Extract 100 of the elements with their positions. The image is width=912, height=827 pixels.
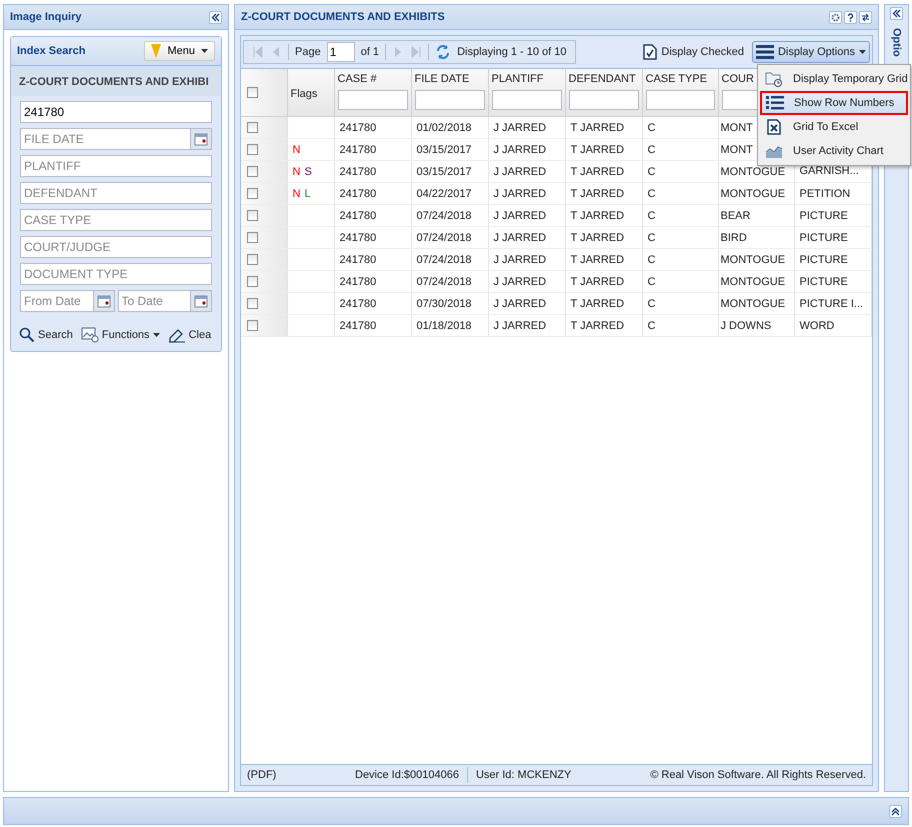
functions-button[interactable]: Functions [80, 327, 160, 343]
table-cell: 07/24/2018 [411, 270, 488, 292]
table-cell: J JARRED [488, 160, 565, 182]
menu-icon [756, 44, 774, 60]
row-checkbox[interactable] [247, 232, 258, 243]
calendar-icon[interactable] [94, 290, 114, 312]
swap-icon[interactable] [859, 10, 872, 24]
table-cell: MONTOGUE [718, 182, 794, 204]
panel-title: Optio [890, 28, 902, 57]
filter-field[interactable] [646, 90, 714, 110]
calendar-icon[interactable] [191, 290, 212, 312]
table-cell: J JARRED [488, 204, 565, 226]
search-button[interactable]: Search [19, 327, 73, 343]
date-field[interactable]: FILE DATE [20, 128, 191, 150]
table-cell: 241780 [334, 292, 411, 314]
row-checkbox[interactable] [247, 254, 258, 265]
eraser-icon [168, 327, 186, 343]
calendar-icon[interactable] [191, 128, 212, 150]
row-checkbox[interactable] [247, 298, 258, 309]
table-cell: PETITION [794, 182, 871, 204]
table-cell: PICTURE [794, 204, 871, 226]
table-cell: 241780 [334, 160, 411, 182]
menu-item[interactable]: Display Temporary Grid [760, 67, 908, 91]
column-header[interactable]: PLANTIFF [492, 73, 544, 85]
table-cell: 241780 [334, 248, 411, 270]
column-header[interactable]: CASE # [338, 73, 377, 85]
table-cell: J JARRED [488, 226, 565, 248]
flag-letter: S [304, 166, 312, 178]
table-cell: 04/22/2017 [411, 182, 488, 204]
table-cell: 07/30/2018 [411, 292, 488, 314]
table-cell: J JARRED [488, 182, 565, 204]
input-field[interactable]: 241780 [20, 101, 212, 123]
table-cell: PICTURE [794, 226, 871, 248]
display-checked-button[interactable]: Display Checked [639, 41, 748, 63]
checked-document-icon [643, 44, 658, 60]
table-cell: J DOWNS [718, 314, 794, 336]
row-checkbox[interactable] [247, 320, 258, 331]
display-options-button[interactable]: Display Options [752, 41, 870, 63]
table-cell: J JARRED [488, 292, 565, 314]
table-cell: J JARRED [488, 270, 565, 292]
row-checkbox[interactable] [247, 122, 258, 133]
table-cell: C [642, 116, 718, 138]
filter-field[interactable] [492, 90, 562, 110]
input-field[interactable]: COURT/JUDGE [20, 236, 212, 258]
caret-icon [152, 333, 160, 337]
collapse-icon[interactable] [209, 10, 222, 24]
table-cell: T JARRED [565, 292, 642, 314]
table-cell: 07/24/2018 [411, 248, 488, 270]
settings-icon[interactable] [829, 10, 842, 24]
table-cell: 241780 [334, 204, 411, 226]
table-cell: C [642, 160, 718, 182]
help-icon[interactable] [844, 10, 857, 24]
row-checkbox[interactable] [247, 188, 258, 199]
column-header[interactable]: Flags [287, 69, 334, 116]
table-cell: MONTOGUE [718, 248, 794, 270]
input-field[interactable]: PLANTIFF [20, 155, 212, 177]
caret-icon [201, 49, 208, 53]
row-checkbox[interactable] [247, 210, 258, 221]
table-cell: T JARRED [565, 204, 642, 226]
flag-letter: N [292, 144, 300, 156]
table-cell: C [642, 204, 718, 226]
caret-icon [859, 50, 866, 54]
refresh-icon[interactable] [435, 44, 452, 60]
page-field[interactable]: 1 [326, 42, 355, 62]
display-count: Displaying 1 - 10 of 10 [457, 46, 567, 58]
column-header[interactable]: FILE DATE [414, 73, 470, 85]
table-cell: 241780 [334, 270, 411, 292]
table-cell: 241780 [334, 314, 411, 336]
input-field[interactable]: DEFENDANT [20, 182, 212, 204]
table-cell: BEAR [718, 204, 794, 226]
row-checkbox[interactable] [247, 144, 258, 155]
filter-field[interactable] [568, 90, 638, 110]
table-cell: C [642, 270, 718, 292]
filter-field[interactable] [414, 90, 484, 110]
image-gear-icon [80, 327, 99, 343]
flag-letter: L [304, 188, 311, 200]
device-id: Device Id:$00104066 [355, 769, 459, 781]
menu-button[interactable]: Menu [144, 41, 215, 61]
table-cell: C [642, 226, 718, 248]
input-field[interactable]: DOCUMENT TYPE [20, 263, 212, 285]
table-cell: T JARRED [565, 248, 642, 270]
select-all-checkbox[interactable] [247, 87, 258, 98]
filter-field[interactable] [338, 90, 408, 110]
column-header[interactable]: COUR [722, 73, 754, 85]
expand-icon[interactable] [889, 804, 902, 818]
table-cell: C [642, 292, 718, 314]
numbered-list-icon [766, 95, 784, 111]
table-cell: PICTURE [794, 270, 871, 292]
menu-item[interactable]: Show Row Numbers [760, 91, 908, 115]
expand-icon[interactable] [890, 7, 903, 20]
input-field[interactable]: CASE TYPE [20, 209, 212, 231]
row-checkbox[interactable] [247, 166, 258, 177]
panel-title: Image Inquiry [10, 11, 83, 23]
row-checkbox[interactable] [247, 276, 258, 287]
table-cell: T JARRED [565, 226, 642, 248]
clear-button[interactable]: Clea [168, 327, 212, 343]
table-cell: T JARRED [565, 182, 642, 204]
date-field[interactable]: To Date [118, 290, 191, 312]
table-cell: C [642, 182, 718, 204]
date-field[interactable]: From Date [20, 290, 94, 312]
